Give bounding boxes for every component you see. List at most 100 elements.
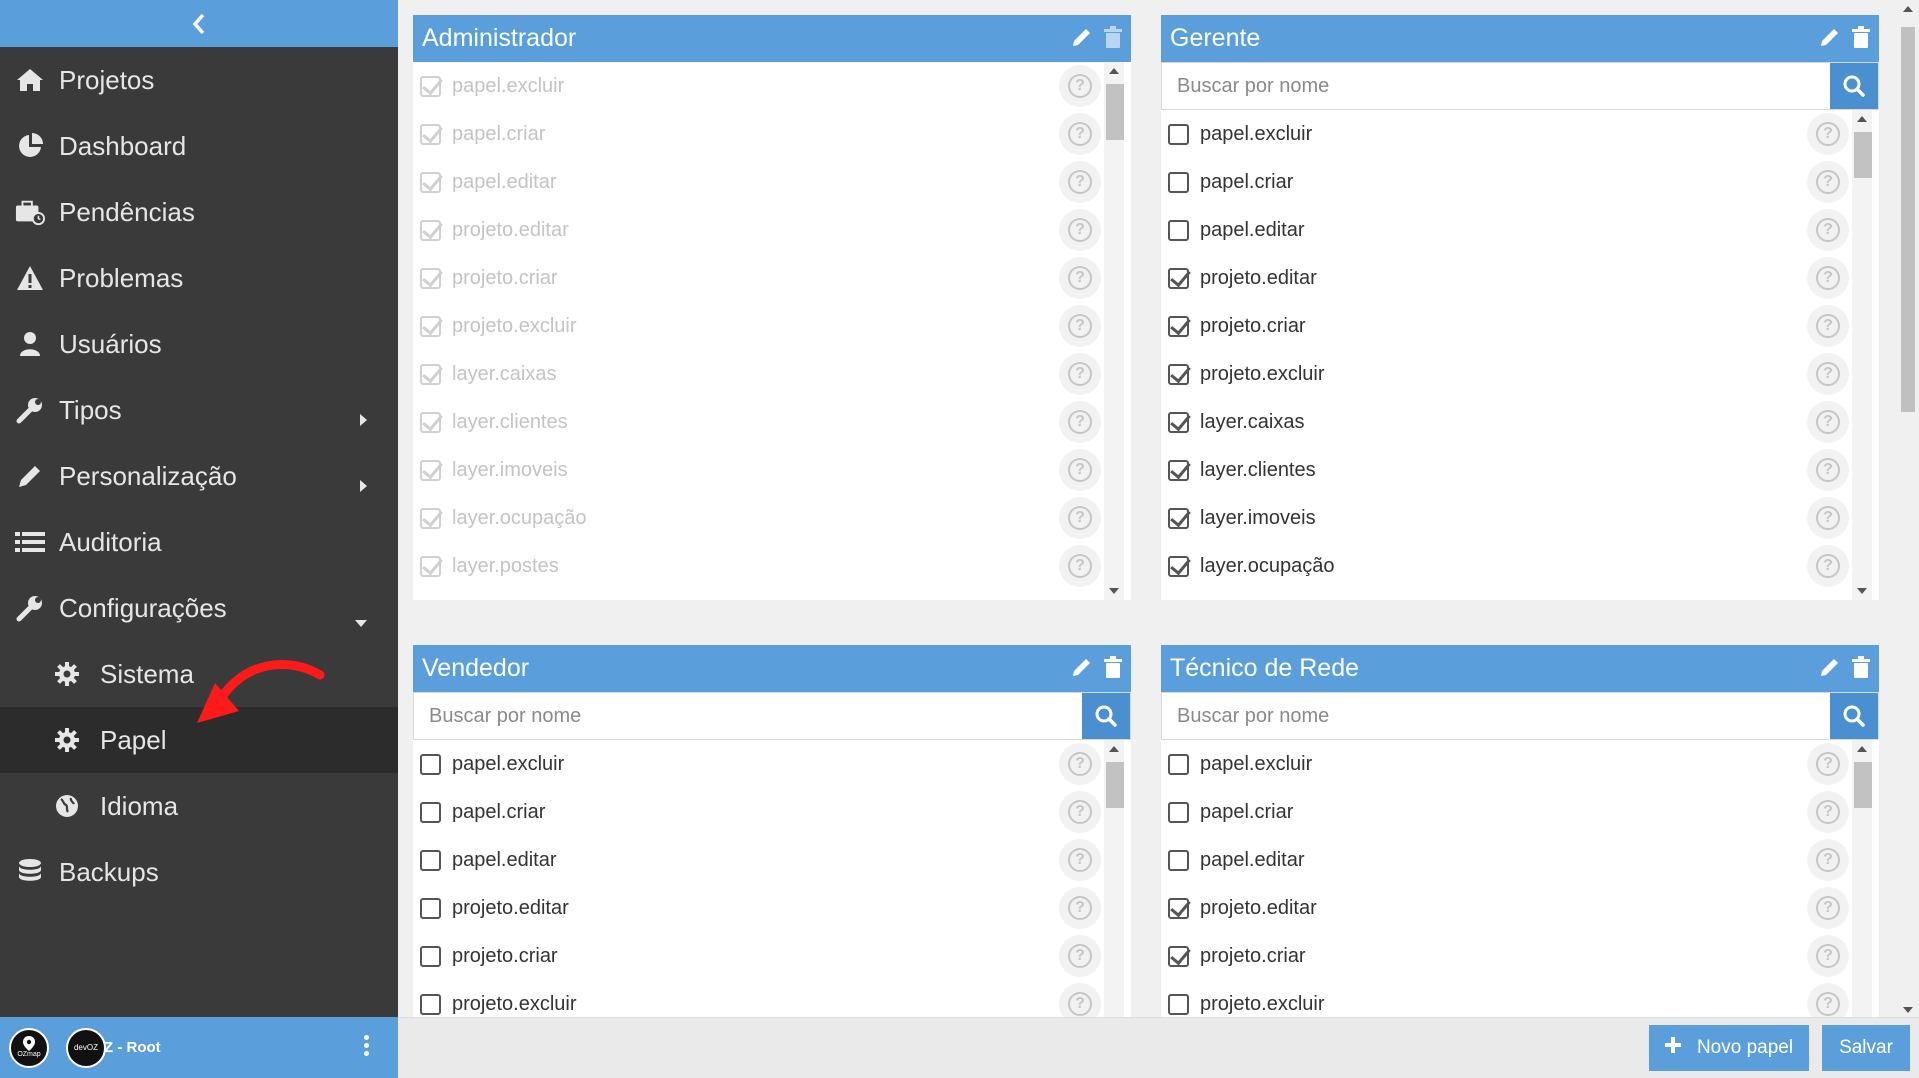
sidebar-item-projetos[interactable]: Projetos <box>0 47 398 113</box>
permission-label: papel.editar <box>452 170 557 193</box>
sidebar-item-dashboard[interactable]: Dashboard <box>0 113 398 179</box>
help-icon[interactable]: ? <box>1807 887 1849 929</box>
help-icon[interactable]: ? <box>1059 449 1101 491</box>
permission-checkbox[interactable] <box>420 945 441 967</box>
help-icon[interactable]: ? <box>1807 305 1849 347</box>
search-button[interactable] <box>1830 63 1878 109</box>
sidebar-item-auditoria[interactable]: Auditoria <box>0 509 398 575</box>
permission-row: papel.excluir? <box>1161 110 1879 158</box>
help-icon[interactable]: ? <box>1059 743 1101 785</box>
scrollbar[interactable] <box>1852 740 1872 1017</box>
permission-checkbox[interactable] <box>420 753 441 775</box>
help-icon[interactable]: ? <box>1807 401 1849 443</box>
collapse-sidebar-button[interactable] <box>0 0 398 47</box>
sidebar-item-idioma[interactable]: Idioma <box>0 773 398 839</box>
help-icon[interactable]: ? <box>1807 209 1849 251</box>
help-icon[interactable]: ? <box>1059 839 1101 881</box>
help-icon[interactable]: ? <box>1059 161 1101 203</box>
help-icon[interactable]: ? <box>1059 113 1101 155</box>
help-icon[interactable]: ? <box>1807 497 1849 539</box>
new-role-button[interactable]: Novo papel <box>1649 1025 1809 1071</box>
help-icon[interactable]: ? <box>1807 935 1849 977</box>
permission-checkbox[interactable] <box>1168 459 1189 481</box>
permission-row: papel.criar? <box>1161 158 1879 206</box>
permission-checkbox[interactable] <box>1168 267 1189 289</box>
permission-checkbox[interactable] <box>1168 171 1189 193</box>
sidebar-item-problemas[interactable]: Problemas <box>0 245 398 311</box>
trash-icon[interactable] <box>1851 26 1871 55</box>
help-icon[interactable]: ? <box>1059 545 1101 587</box>
page-scrollbar[interactable] <box>1897 0 1919 1017</box>
sidebar-item-configuracoes[interactable]: Configurações <box>0 575 398 641</box>
permission-checkbox[interactable] <box>420 993 441 1015</box>
scrollbar[interactable] <box>1104 740 1124 1017</box>
sidebar-item-tipos[interactable]: Tipos <box>0 377 398 443</box>
help-icon[interactable]: ? <box>1807 545 1849 587</box>
search-input[interactable] <box>1162 63 1830 109</box>
permission-checkbox[interactable] <box>1168 411 1189 433</box>
edit-icon[interactable] <box>1071 26 1093 55</box>
permission-checkbox[interactable] <box>1168 363 1189 385</box>
permission-checkbox[interactable] <box>1168 123 1189 145</box>
help-icon[interactable]: ? <box>1059 65 1101 107</box>
scrollbar[interactable] <box>1852 110 1872 600</box>
help-icon[interactable]: ? <box>1059 305 1101 347</box>
sidebar-item-pendencias[interactable]: Pendências <box>0 179 398 245</box>
permission-checkbox[interactable] <box>1168 315 1189 337</box>
permission-checkbox[interactable] <box>1168 897 1189 919</box>
search-input[interactable] <box>414 693 1082 739</box>
search-input[interactable] <box>1162 693 1830 739</box>
scrollbar[interactable] <box>1104 62 1124 600</box>
search-button[interactable] <box>1082 693 1130 739</box>
more-options-icon[interactable] <box>364 1035 370 1059</box>
permission-checkbox[interactable] <box>1168 945 1189 967</box>
help-icon[interactable]: ? <box>1059 401 1101 443</box>
sidebar-item-usuarios[interactable]: Usuários <box>0 311 398 377</box>
help-icon[interactable]: ? <box>1807 983 1849 1017</box>
help-icon[interactable]: ? <box>1807 113 1849 155</box>
permission-checkbox[interactable] <box>420 801 441 823</box>
help-icon[interactable]: ? <box>1807 161 1849 203</box>
user-footer: OZmap devOZ Z - Root <box>0 1017 398 1078</box>
help-icon[interactable]: ? <box>1059 257 1101 299</box>
help-icon[interactable]: ? <box>1059 935 1101 977</box>
search-button[interactable] <box>1830 693 1878 739</box>
permission-row: projeto.editar? <box>1161 884 1879 932</box>
sidebar-item-personalizacao[interactable]: Personalização <box>0 443 398 509</box>
help-icon[interactable]: ? <box>1807 743 1849 785</box>
trash-icon[interactable] <box>1851 656 1871 685</box>
help-icon[interactable]: ? <box>1807 257 1849 299</box>
permission-checkbox[interactable] <box>420 849 441 871</box>
permission-row: layer.imoveis? <box>1161 494 1879 542</box>
help-icon[interactable]: ? <box>1807 449 1849 491</box>
permission-checkbox[interactable] <box>1168 849 1189 871</box>
permission-checkbox <box>420 267 441 289</box>
permission-checkbox[interactable] <box>1168 507 1189 529</box>
user-name: Z - Root <box>104 1039 161 1056</box>
help-icon[interactable]: ? <box>1059 791 1101 833</box>
permission-checkbox[interactable] <box>1168 753 1189 775</box>
help-icon[interactable]: ? <box>1059 887 1101 929</box>
permission-checkbox[interactable] <box>1168 801 1189 823</box>
permission-checkbox[interactable] <box>1168 219 1189 241</box>
help-icon[interactable]: ? <box>1059 983 1101 1017</box>
trash-icon[interactable] <box>1103 656 1123 685</box>
avatar[interactable]: devOZ <box>66 1027 106 1068</box>
help-icon[interactable]: ? <box>1807 839 1849 881</box>
sidebar-item-backups[interactable]: Backups <box>0 839 398 905</box>
help-icon[interactable]: ? <box>1807 353 1849 395</box>
permission-row: papel.editar? <box>1161 836 1879 884</box>
save-button[interactable]: Salvar <box>1822 1025 1910 1071</box>
help-icon[interactable]: ? <box>1059 209 1101 251</box>
permission-checkbox[interactable] <box>420 897 441 919</box>
help-icon[interactable]: ? <box>1807 791 1849 833</box>
home-icon <box>15 65 45 95</box>
edit-icon[interactable] <box>1819 656 1841 685</box>
help-icon[interactable]: ? <box>1059 353 1101 395</box>
help-icon[interactable]: ? <box>1059 497 1101 539</box>
edit-icon[interactable] <box>1071 656 1093 685</box>
permission-checkbox[interactable] <box>1168 555 1189 577</box>
edit-icon[interactable] <box>1819 26 1841 55</box>
permission-checkbox[interactable] <box>1168 993 1189 1015</box>
avatar[interactable]: OZmap <box>9 1027 49 1068</box>
